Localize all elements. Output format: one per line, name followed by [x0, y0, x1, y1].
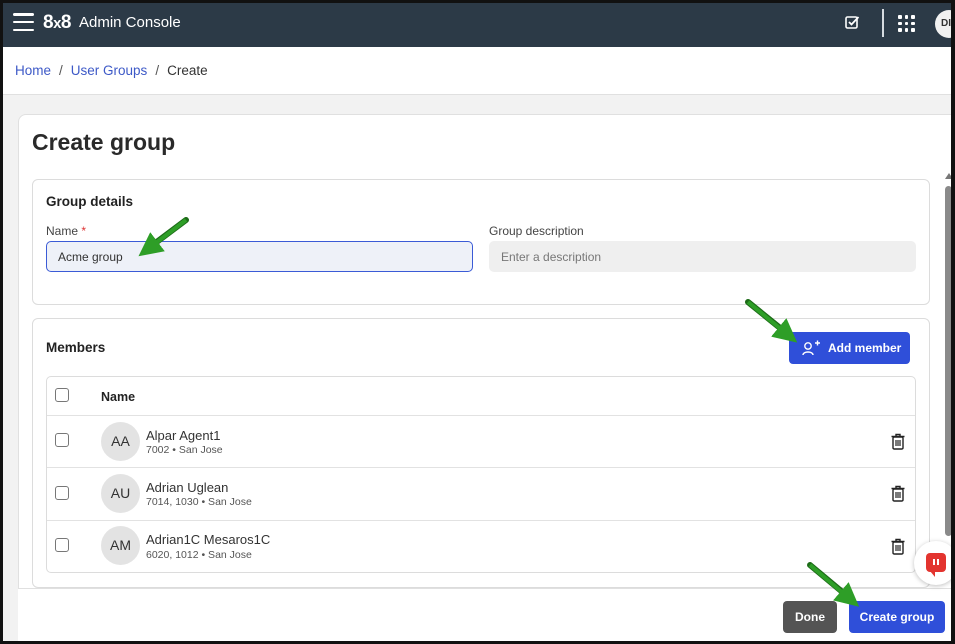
menu-icon[interactable]	[13, 13, 34, 31]
scrollbar-thumb[interactable]	[945, 186, 952, 536]
row-divider	[47, 520, 915, 521]
logo[interactable]: 8x8	[43, 12, 72, 34]
avatar: AM	[101, 526, 140, 565]
trash-icon[interactable]	[891, 485, 905, 502]
breadcrumb-current: Create	[167, 63, 208, 78]
breadcrumb-user-groups-link[interactable]: User Groups	[71, 63, 148, 78]
add-member-button[interactable]: Add member	[789, 332, 910, 364]
app-title: Admin Console	[79, 14, 181, 31]
breadcrumb-bar: Home / User Groups / Create	[0, 47, 955, 95]
column-header-name: Name	[101, 390, 136, 404]
chat-button[interactable]	[914, 541, 955, 585]
scroll-up-arrow-icon[interactable]	[945, 173, 953, 179]
breadcrumb: Home / User Groups / Create	[15, 63, 208, 78]
group-description-label: Group description	[489, 224, 584, 238]
chat-icon	[926, 553, 946, 577]
member-detail: 7002 • San Jose	[146, 444, 223, 456]
row-checkbox[interactable]	[55, 538, 69, 552]
row-checkbox[interactable]	[55, 486, 69, 500]
row-checkbox[interactable]	[55, 433, 69, 447]
add-member-label: Add member	[828, 341, 902, 355]
select-all-checkbox[interactable]	[55, 388, 69, 402]
name-label: Name *	[46, 224, 87, 238]
topbar-divider	[882, 9, 884, 37]
top-bar: 8x8 Admin Console DI	[0, 0, 955, 47]
member-name: Adrian1C Mesaros1C	[146, 532, 271, 547]
avatar: AU	[101, 474, 140, 513]
breadcrumb-home-link[interactable]: Home	[15, 63, 51, 78]
required-mark: *	[81, 224, 87, 238]
name-input[interactable]: Acme group	[46, 241, 473, 272]
member-name: Alpar Agent1	[146, 428, 221, 443]
trash-icon[interactable]	[891, 433, 905, 450]
member-detail: 7014, 1030 • San Jose	[146, 496, 252, 508]
trash-icon[interactable]	[891, 538, 905, 555]
create-group-button[interactable]: Create group	[849, 601, 945, 633]
members-title: Members	[46, 340, 106, 355]
breadcrumb-separator: /	[155, 63, 160, 78]
member-name: Adrian Uglean	[146, 480, 229, 495]
page-title: Create group	[32, 129, 176, 155]
add-person-icon	[802, 340, 820, 356]
group-details-title: Group details	[46, 194, 134, 209]
avatar: AA	[101, 422, 140, 461]
checkbox-square-icon[interactable]	[845, 15, 860, 30]
row-divider	[47, 415, 915, 416]
done-button[interactable]: Done	[783, 601, 837, 633]
user-avatar[interactable]: DI	[935, 10, 955, 38]
row-divider	[47, 467, 915, 468]
breadcrumb-separator: /	[59, 63, 63, 78]
apps-grid-icon[interactable]	[898, 15, 915, 32]
member-detail: 6020, 1012 • San Jose	[146, 549, 252, 561]
group-description-input[interactable]: Enter a description	[489, 241, 916, 272]
